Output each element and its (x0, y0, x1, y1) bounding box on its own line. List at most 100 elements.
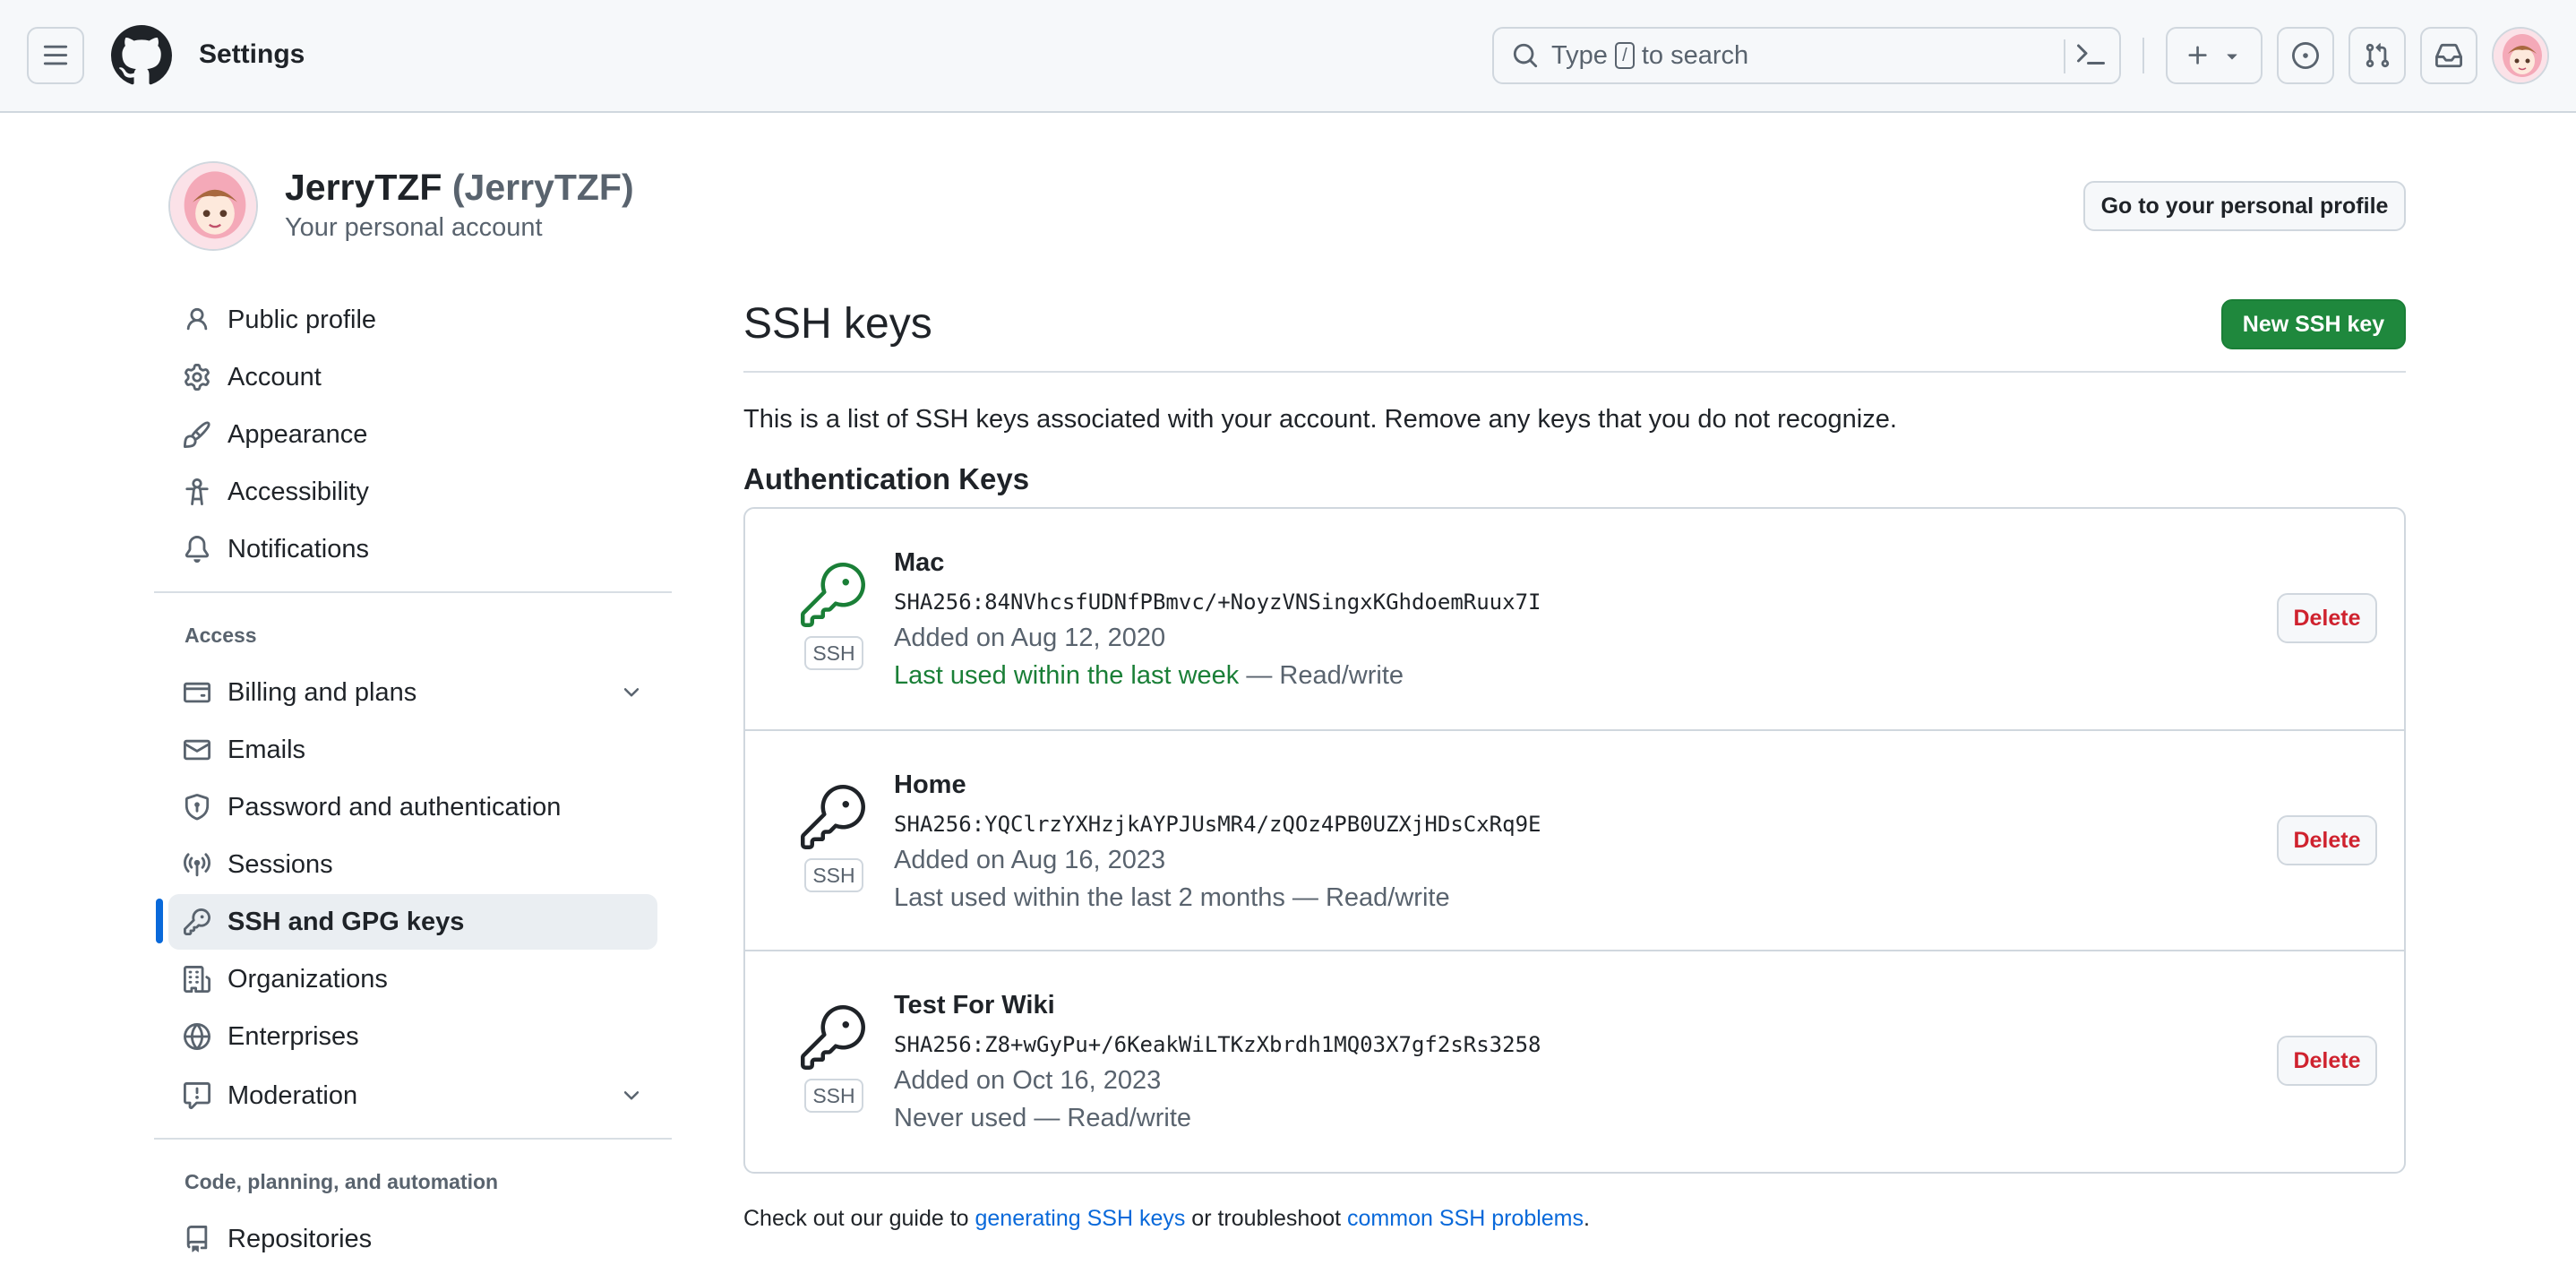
key-title: Test For Wiki (894, 991, 1055, 1020)
search-icon (1513, 43, 1538, 68)
key-added-date: Added on Oct 16, 2023 (894, 1066, 1162, 1095)
menu-button[interactable] (27, 27, 84, 84)
chevron-down-icon (623, 688, 640, 697)
sidebar-item-label: Account (228, 362, 322, 392)
broadcast-icon (183, 850, 211, 879)
account-display-name[interactable]: JerryTZF (285, 167, 442, 208)
guide-suffix: . (1584, 1206, 1590, 1231)
section-title: Authentication Keys (743, 462, 1030, 495)
user-avatar[interactable] (2492, 27, 2549, 84)
sidebar-item-repositories[interactable]: Repositories (168, 1211, 657, 1265)
key-fingerprint: SHA256:YQClrzYXHzjkAYPJUsMR4/zQOz4PB0UZX… (894, 812, 1541, 837)
sidebar-item-label: Repositories (228, 1224, 373, 1253)
sidebar-item-organizations[interactable]: Organizations (168, 951, 657, 1007)
command-palette-icon[interactable] (2076, 41, 2105, 70)
avatar-image (2494, 29, 2547, 82)
github-logo-icon[interactable] (111, 25, 172, 86)
key-access-level: — Read/write (1284, 883, 1450, 912)
person-icon (183, 305, 211, 334)
accessibility-icon (183, 478, 211, 506)
key-last-used-text: Last used within the last 2 months (894, 883, 1285, 912)
sidebar-item-ssh-gpg-keys[interactable]: SSH and GPG keys (168, 894, 657, 950)
sidebar-item-label: Emails (228, 735, 306, 764)
issues-button[interactable] (2277, 27, 2334, 84)
sidebar-item-appearance[interactable]: Appearance (168, 407, 657, 462)
key-added-date: Added on Aug 16, 2023 (894, 846, 1166, 874)
sidebar-item-notifications[interactable]: Notifications (168, 521, 657, 577)
key-icon (801, 563, 865, 627)
pull-requests-button[interactable] (2348, 27, 2406, 84)
key-last-used-text: Last used within the last week (894, 661, 1240, 690)
sidebar-divider (154, 591, 672, 593)
key-last-used-text: Never used (894, 1104, 1027, 1132)
triangle-down-icon (2227, 54, 2237, 60)
ssh-guide-text: Check out our guide to generating SSH ke… (743, 1206, 1590, 1232)
go-to-profile-button[interactable]: Go to your personal profile (2083, 181, 2406, 231)
key-icon (801, 785, 865, 849)
key-icon (183, 908, 211, 936)
plus-icon (2188, 46, 2207, 65)
sidebar-item-label: Enterprises (228, 1021, 359, 1051)
page-description: This is a list of SSH keys associated wi… (743, 405, 1897, 434)
sidebar-item-label: Appearance (228, 419, 368, 449)
sidebar-item-label: Billing and plans (228, 677, 417, 707)
globe-icon (183, 1022, 211, 1051)
search-placeholder-suffix: to search (1641, 40, 1749, 70)
generating-ssh-keys-link[interactable]: generating SSH keys (975, 1206, 1186, 1231)
new-ssh-key-button[interactable]: New SSH key (2221, 299, 2406, 349)
search-input[interactable]: Type / to search (1492, 27, 2121, 84)
sidebar-item-accessibility[interactable]: Accessibility (168, 464, 657, 520)
title-divider (743, 371, 2406, 373)
key-added-date: Added on Aug 12, 2020 (894, 624, 1166, 652)
guide-middle: or troubleshoot (1185, 1206, 1348, 1231)
report-icon (183, 1081, 211, 1110)
repo-icon (183, 1225, 211, 1253)
account-subtitle: Your personal account (285, 213, 543, 242)
git-pull-request-icon (2366, 43, 2390, 68)
sidebar-item-label: Public profile (228, 305, 377, 334)
page-title: SSH keys (743, 300, 932, 348)
ssh-key-row: SSH Test For Wiki SHA256:Z8+wGyPu+/6Keak… (745, 950, 2404, 1170)
paintbrush-icon (183, 420, 211, 449)
sidebar-item-label: Password and authentication (228, 792, 562, 822)
delete-key-button[interactable]: Delete (2277, 815, 2377, 865)
account-handle: (JerryTZF) (451, 167, 634, 208)
sidebar-item-label: Organizations (228, 964, 388, 994)
key-last-used: Last used within the last 2 months — Rea… (894, 883, 1450, 913)
key-last-used: Never used — Read/write (894, 1104, 1191, 1133)
top-header: Settings Type / to search (0, 0, 2576, 113)
sidebar-item-enterprises[interactable]: Enterprises (168, 1009, 657, 1064)
common-ssh-problems-link[interactable]: common SSH problems (1347, 1206, 1584, 1231)
sidebar-item-moderation[interactable]: Moderation (168, 1068, 657, 1123)
key-title: Mac (894, 548, 945, 577)
key-access-level: — Read/write (1239, 661, 1404, 690)
search-shortcut-key: / (1614, 42, 1635, 69)
search-divider (2064, 39, 2065, 73)
key-fingerprint: SHA256:84NVhcsfUDNfPBmvc/+NoyzVNSingxKGh… (894, 589, 1541, 615)
sidebar-item-label: Accessibility (228, 477, 369, 506)
delete-key-button[interactable]: Delete (2277, 1036, 2377, 1086)
organization-icon (183, 965, 211, 994)
sidebar-item-account[interactable]: Account (168, 349, 657, 405)
credit-card-icon (183, 678, 211, 707)
account-avatar (168, 161, 258, 251)
sidebar-item-label: Moderation (228, 1080, 358, 1110)
delete-key-button[interactable]: Delete (2277, 593, 2377, 643)
ssh-key-row: SSH Home SHA256:YQClrzYXHzjkAYPJUsMR4/zQ… (745, 729, 2404, 950)
inbox-button[interactable] (2420, 27, 2477, 84)
avatar-image (170, 163, 256, 249)
ssh-badge: SSH (804, 636, 863, 670)
sidebar-item-sessions[interactable]: Sessions (168, 837, 657, 892)
sidebar-item-emails[interactable]: Emails (168, 722, 657, 778)
active-indicator (156, 899, 163, 943)
sidebar-item-public-profile[interactable]: Public profile (168, 292, 657, 348)
sidebar-item-password-authentication[interactable]: Password and authentication (168, 779, 657, 835)
guide-prefix: Check out our guide to (743, 1206, 975, 1231)
header-title[interactable]: Settings (199, 39, 305, 70)
chevron-down-icon (623, 1091, 640, 1100)
create-new-button[interactable] (2166, 27, 2263, 84)
ssh-key-row: SSH Mac SHA256:84NVhcsfUDNfPBmvc/+NoyzVN… (745, 509, 2404, 729)
sidebar-heading-code: Code, planning, and automation (185, 1170, 499, 1193)
sidebar-item-billing[interactable]: Billing and plans (168, 665, 657, 720)
sidebar-item-label: SSH and GPG keys (228, 907, 465, 936)
